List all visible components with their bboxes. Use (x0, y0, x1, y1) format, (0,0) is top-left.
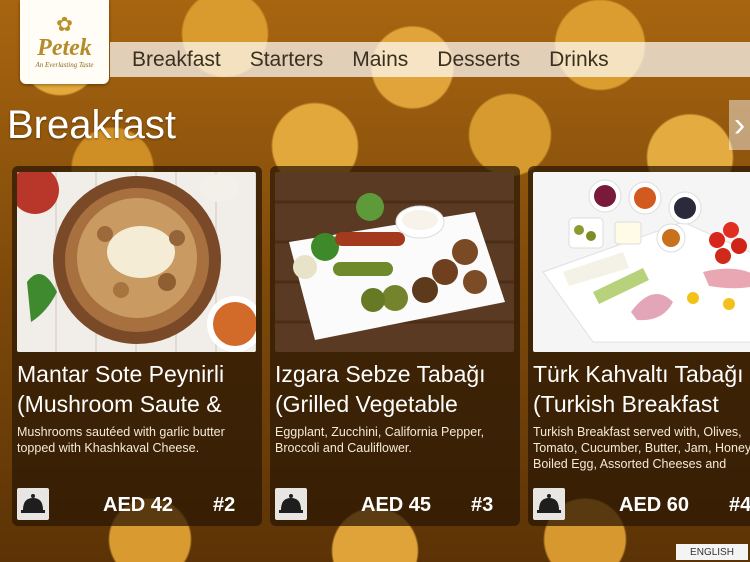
menu-card[interactable]: Türk Kahvaltı Tabağı (Turkish Breakfast … (528, 166, 750, 526)
language-button[interactable]: ENGLISH (676, 544, 748, 560)
cloche-icon[interactable] (275, 488, 307, 520)
card-price: AED 45 (361, 494, 432, 516)
card-title: Izgara Sebze Tabağı (Grilled Vegetable (275, 359, 515, 419)
card-title-line: Izgara Sebze Tabağı (275, 361, 486, 387)
menu-card-list: Mantar Sote Peynirli (Mushroom Saute & M… (12, 166, 750, 528)
card-footer: AED 42 #2 (17, 488, 257, 522)
nav-item-drinks[interactable]: Drinks (549, 48, 609, 72)
menu-card[interactable]: Izgara Sebze Tabağı (Grilled Vegetable E… (270, 166, 520, 526)
nav-item-desserts[interactable]: Desserts (437, 48, 520, 72)
card-rank: #2 (213, 494, 236, 516)
logo-brand-text: Petek (37, 34, 92, 61)
turkish-breakfast-photo (533, 172, 750, 352)
card-title: Mantar Sote Peynirli (Mushroom Saute & (17, 359, 257, 419)
card-title-line: Mantar Sote Peynirli (17, 361, 225, 387)
card-description: Turkish Breakfast served with, Olives, T… (533, 425, 750, 471)
card-subtitle-line: (Turkish Breakfast (533, 391, 719, 417)
cloche-icon[interactable] (17, 488, 49, 520)
nav-item-starters[interactable]: Starters (250, 48, 324, 72)
next-page-button[interactable]: › (729, 100, 750, 150)
card-rank: #4 (729, 494, 750, 516)
cloche-icon[interactable] (533, 488, 565, 520)
mushroom-saute-photo (17, 172, 256, 352)
card-footer: AED 45 #3 (275, 488, 515, 522)
card-description: Eggplant, Zucchini, California Pepper, B… (275, 425, 485, 455)
card-description: Mushrooms sautéed with garlic butter top… (17, 425, 225, 455)
page-title: Breakfast (7, 103, 176, 147)
card-title: Türk Kahvaltı Tabağı (Turkish Breakfast (533, 359, 750, 419)
card-rank: #3 (471, 494, 494, 516)
grilled-vegetable-photo (275, 172, 514, 352)
card-footer: AED 60 #4 (533, 488, 750, 522)
category-nav: Breakfast Starters Mains Desserts Drinks (110, 42, 750, 77)
card-title-line: Türk Kahvaltı Tabağı (533, 361, 744, 387)
card-subtitle-line: (Mushroom Saute & (17, 391, 222, 417)
petek-logo-icon: ✿ (56, 13, 73, 36)
nav-item-mains[interactable]: Mains (352, 48, 408, 72)
card-price: AED 60 (619, 494, 690, 516)
menu-card[interactable]: Mantar Sote Peynirli (Mushroom Saute & M… (12, 166, 262, 526)
chevron-right-icon: › (733, 105, 746, 144)
restaurant-logo[interactable]: ✿ Petek An Everlasting Taste (20, 0, 109, 84)
card-price: AED 42 (103, 494, 174, 516)
logo-tagline: An Everlasting Taste (35, 61, 94, 70)
nav-item-breakfast[interactable]: Breakfast (132, 48, 221, 72)
card-subtitle-line: (Grilled Vegetable (275, 391, 458, 417)
